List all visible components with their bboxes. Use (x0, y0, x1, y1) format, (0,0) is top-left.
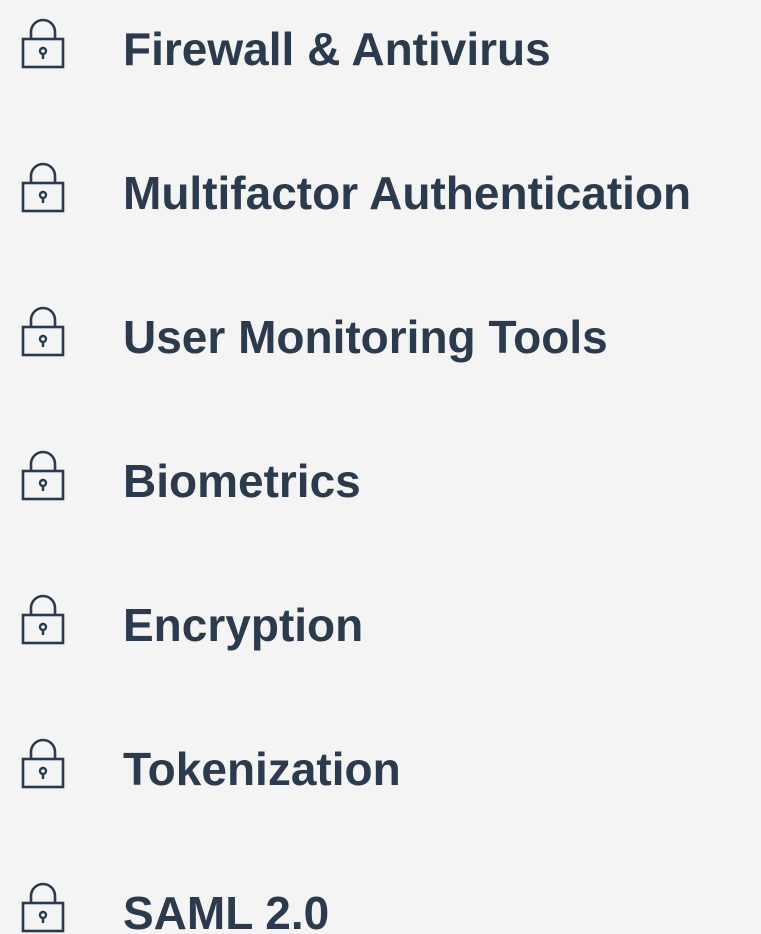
feature-item-firewall-antivirus: Firewall & Antivirus (0, 0, 761, 100)
feature-item-encryption: Encryption (0, 576, 761, 676)
lock-icon (21, 300, 65, 358)
lock-icon (21, 732, 65, 790)
security-feature-list: Firewall & Antivirus Multifactor Authent… (0, 0, 761, 934)
feature-label: User Monitoring Tools (123, 311, 608, 363)
feature-label: Multifactor Authentication (123, 167, 692, 219)
feature-item-saml: SAML 2.0 (0, 864, 761, 934)
feature-item-biometrics: Biometrics (0, 432, 761, 532)
lock-icon (21, 156, 65, 214)
feature-item-user-monitoring-tools: User Monitoring Tools (0, 288, 761, 388)
feature-label: Biometrics (123, 455, 361, 507)
feature-label: SAML 2.0 (123, 887, 330, 934)
feature-item-multifactor-authentication: Multifactor Authentication (0, 144, 761, 244)
lock-icon (21, 588, 65, 646)
feature-label: Firewall & Antivirus (123, 23, 551, 75)
feature-item-tokenization: Tokenization (0, 720, 761, 820)
lock-icon (21, 12, 65, 70)
lock-icon (21, 876, 65, 934)
feature-label: Tokenization (123, 743, 401, 795)
feature-label: Encryption (123, 599, 364, 651)
lock-icon (21, 444, 65, 502)
